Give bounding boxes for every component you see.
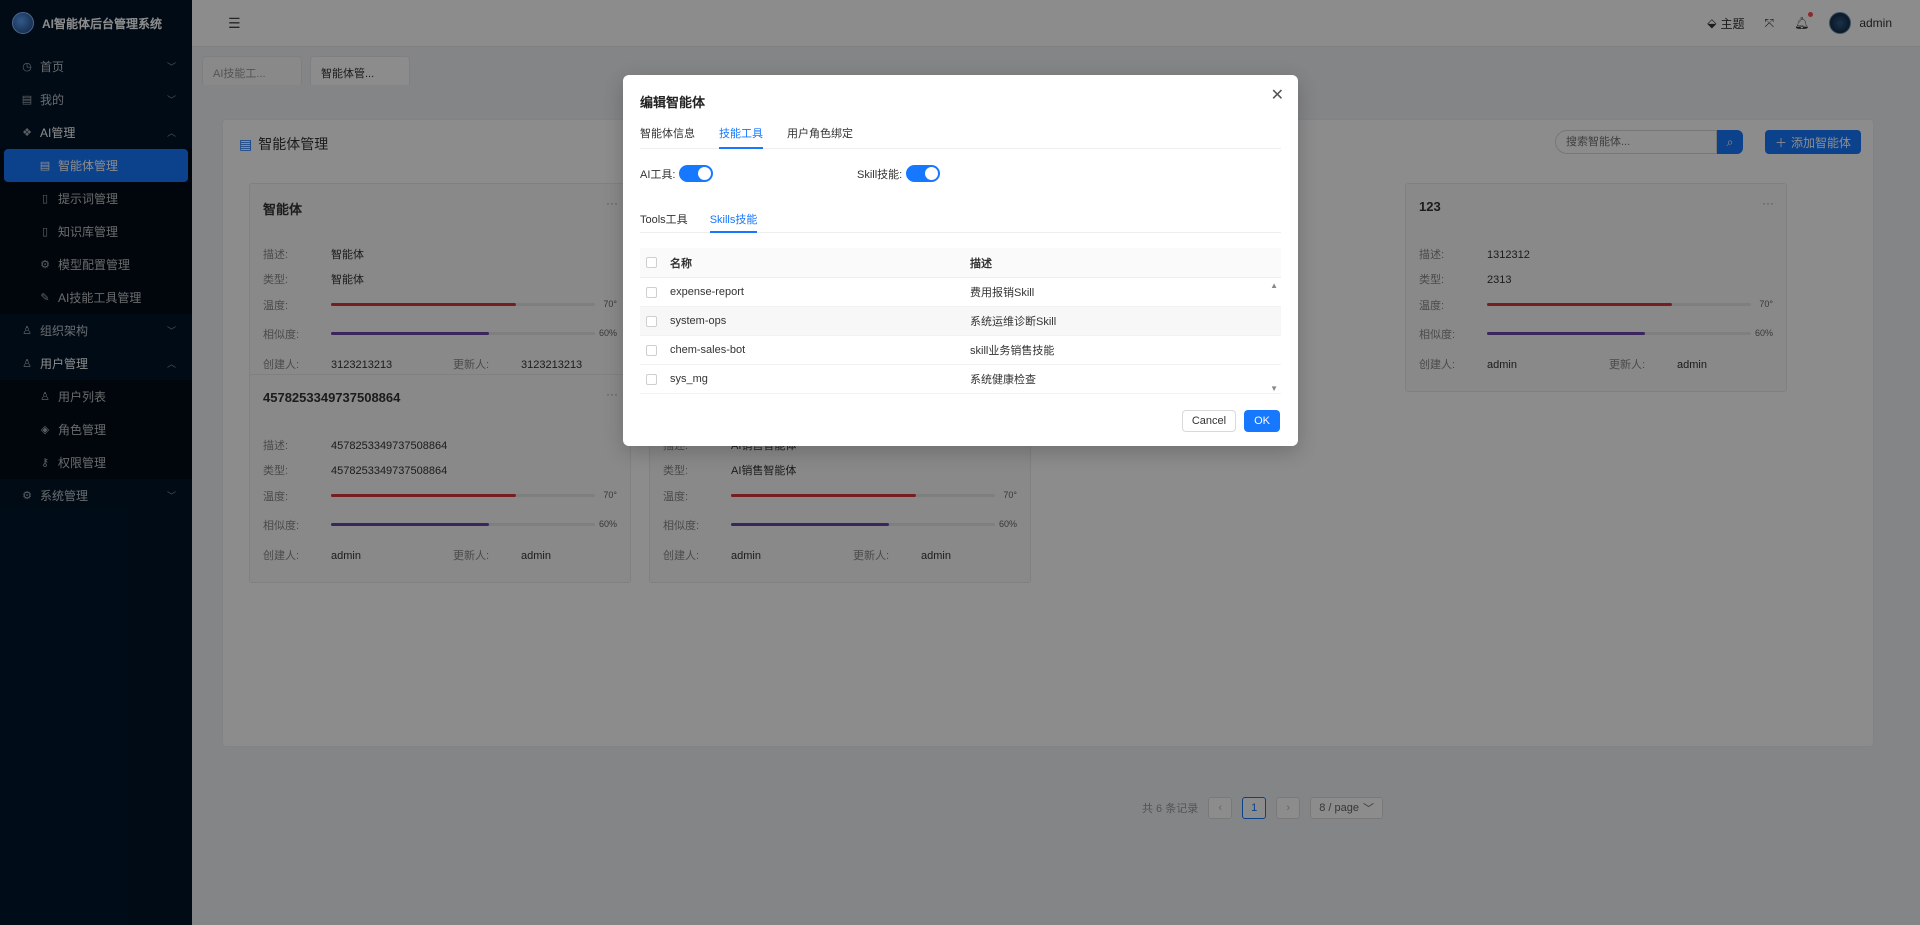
row-checkbox[interactable] [646, 373, 657, 385]
table-row[interactable]: chem-sales-bot skill业务销售技能 [640, 336, 1281, 365]
cancel-button[interactable]: Cancel [1181, 410, 1237, 432]
row-checkbox[interactable] [646, 315, 657, 327]
column-header-name: 名称 [670, 257, 692, 270]
tab-agent-info[interactable]: 智能体信息 [640, 123, 695, 149]
table-row[interactable]: sys_mg 系统健康检查 [640, 365, 1281, 394]
modal-title: 编辑智能体 [640, 95, 706, 110]
cell-name: sys_mg [670, 373, 708, 385]
subtab-skills[interactable]: Skills技能 [709, 211, 758, 233]
table-header: 名称 描述 [640, 248, 1281, 278]
cell-desc: skill业务销售技能 [970, 345, 1055, 357]
cell-desc: 系统运维诊断Skill [970, 316, 1057, 328]
subtab-tools[interactable]: Tools工具 [640, 211, 688, 233]
skill-toggle-row: Skill技能: [857, 165, 941, 182]
row-checkbox[interactable] [646, 286, 657, 298]
ok-button[interactable]: OK [1244, 410, 1280, 432]
ai-tool-label: AI工具: [640, 168, 676, 181]
scroll-up-icon[interactable]: ▲ [1270, 281, 1278, 290]
table-row[interactable]: expense-report 费用报销Skill [640, 278, 1281, 307]
cell-desc: 系统健康检查 [970, 374, 1036, 386]
select-all-checkbox[interactable] [646, 257, 657, 268]
close-icon[interactable]: ✕ [1271, 85, 1284, 105]
edit-agent-modal: 编辑智能体 ✕ 智能体信息 技能工具 用户角色绑定 AI工具: Skill技能:… [623, 75, 1298, 446]
row-checkbox[interactable] [646, 344, 657, 356]
modal-footer: Cancel OK [1181, 410, 1280, 432]
cell-name: system-ops [670, 315, 727, 327]
table-body[interactable]: expense-report 费用报销Skill system-ops 系统运维… [640, 278, 1281, 395]
skill-switch[interactable] [906, 165, 941, 182]
column-header-desc: 描述 [970, 257, 992, 270]
cell-name: expense-report [670, 286, 744, 298]
tab-skill-tools[interactable]: 技能工具 [719, 123, 763, 149]
scroll-down-icon[interactable]: ▼ [1270, 384, 1278, 393]
skills-table: 名称 描述 expense-report 费用报销Skill system-op… [640, 248, 1281, 395]
skill-label: Skill技能: [857, 168, 903, 181]
sub-tabs: Tools工具 Skills技能 [640, 211, 1281, 233]
table-row[interactable]: system-ops 系统运维诊断Skill [640, 307, 1281, 336]
ai-tool-switch[interactable] [679, 165, 714, 182]
cell-name: chem-sales-bot [670, 344, 746, 356]
modal-tabs: 智能体信息 技能工具 用户角色绑定 [640, 123, 1281, 149]
tab-user-role-binding[interactable]: 用户角色绑定 [787, 123, 853, 149]
cell-desc: 费用报销Skill [970, 287, 1035, 299]
ai-tool-toggle-row: AI工具: [640, 165, 714, 182]
